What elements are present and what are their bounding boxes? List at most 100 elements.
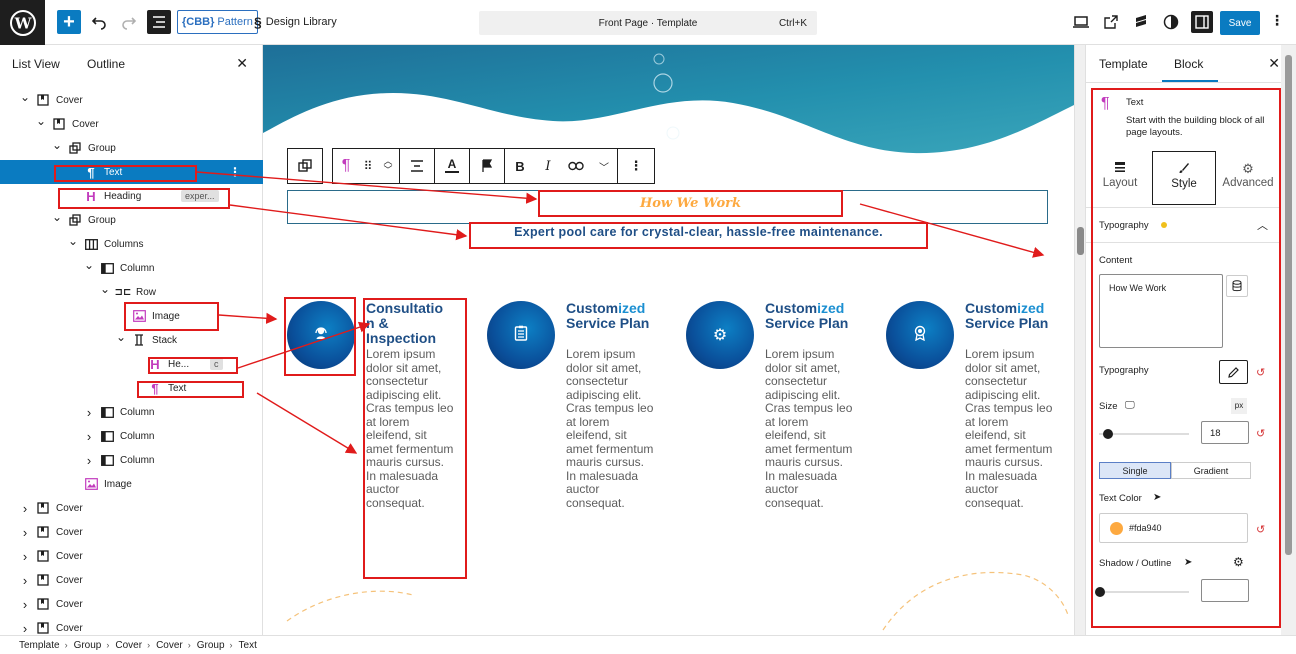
list-view-row[interactable]: ⌄ Column bbox=[0, 256, 263, 280]
breadcrumb-item[interactable]: Cover bbox=[156, 640, 183, 651]
chevron-right-icon[interactable]: › bbox=[20, 573, 30, 588]
canvas-scrollbar-thumb[interactable] bbox=[1077, 227, 1084, 255]
list-view-row[interactable]: ⌄ Group bbox=[0, 136, 263, 160]
chevron-right-icon[interactable]: › bbox=[20, 621, 30, 636]
block-toolbar-transform-group bbox=[287, 148, 323, 184]
service-description[interactable]: Lorem ipsum dolor sit amet, consectetur … bbox=[965, 347, 1055, 510]
service-title[interactable]: Customized Service Plan bbox=[765, 301, 853, 331]
close-inspector-icon[interactable]: ✕ bbox=[1268, 55, 1280, 72]
annotation-box-heading-row bbox=[58, 188, 230, 209]
group-block-icon bbox=[68, 141, 82, 155]
chevron-down-icon[interactable]: ⌄ bbox=[20, 90, 30, 104]
service-description[interactable]: Lorem ipsum dolor sit amet, consectetur … bbox=[765, 347, 855, 510]
design-library-button[interactable]: § Design Library bbox=[254, 10, 337, 34]
col-block-icon bbox=[100, 261, 114, 275]
row-block-icon: ⊐⊏ bbox=[114, 286, 132, 298]
desktop-preview-icon[interactable] bbox=[1071, 12, 1091, 32]
col-block-icon bbox=[100, 429, 114, 443]
chevron-down-icon[interactable]: ⌄ bbox=[68, 234, 78, 248]
chevron-right-icon[interactable]: › bbox=[84, 429, 94, 444]
list-view-row-label: Group bbox=[88, 214, 116, 226]
list-view-row[interactable]: ⌄ Cover bbox=[0, 88, 263, 112]
service-icon-circle[interactable] bbox=[886, 301, 954, 369]
view-page-icon[interactable] bbox=[1101, 12, 1121, 32]
list-view-row-label: Column bbox=[120, 406, 155, 418]
service-icon-circle[interactable] bbox=[487, 301, 555, 369]
inspector-scrollbar-thumb[interactable] bbox=[1285, 55, 1292, 555]
link-icon[interactable] bbox=[561, 149, 591, 183]
list-view-row-label: Cover bbox=[56, 622, 83, 634]
annotation-box-text-small-row bbox=[137, 381, 244, 398]
service-icon-circle[interactable]: ⚙ bbox=[686, 301, 754, 369]
chevron-down-icon[interactable]: ⌄ bbox=[100, 282, 110, 296]
stackable-icon[interactable] bbox=[1131, 12, 1151, 32]
breadcrumb-item[interactable]: Cover bbox=[115, 640, 142, 651]
service-title[interactable]: Customized Service Plan bbox=[566, 301, 654, 331]
service-title-part: Service Plan bbox=[765, 315, 849, 331]
chevron-down-icon[interactable]: ⌄ bbox=[52, 138, 62, 152]
list-view-row[interactable]: › Column bbox=[0, 448, 263, 472]
list-view-row[interactable]: › Cover bbox=[0, 568, 263, 592]
command-palette-bar[interactable]: Front Page · Template Ctrl+K bbox=[479, 11, 817, 35]
list-view-row[interactable]: Image bbox=[0, 472, 263, 496]
list-view-row[interactable]: ⌄ Cover bbox=[0, 112, 263, 136]
cover-block-icon bbox=[36, 525, 50, 539]
paragraph-block-icon[interactable]: ¶ bbox=[333, 149, 359, 183]
block-toolbar-options-group: ⋮ bbox=[617, 148, 655, 184]
list-view-row[interactable]: › Cover bbox=[0, 592, 263, 616]
chevron-right-icon[interactable]: › bbox=[84, 453, 94, 468]
chevron-right-icon[interactable]: › bbox=[20, 597, 30, 612]
breadcrumb-item[interactable]: Group bbox=[197, 640, 225, 651]
transform-block-icon[interactable] bbox=[288, 149, 322, 183]
text-color-icon[interactable]: A bbox=[435, 149, 469, 183]
more-format-chevron-down-icon[interactable]: ﹀ bbox=[591, 149, 617, 183]
bold-icon[interactable]: B bbox=[505, 149, 535, 183]
list-view-row[interactable]: ⌄ Stack bbox=[0, 328, 263, 352]
list-view-row[interactable]: › Cover bbox=[0, 544, 263, 568]
list-view-row[interactable]: › Cover bbox=[0, 616, 263, 636]
italic-icon[interactable]: I bbox=[535, 149, 561, 183]
breadcrumb-item[interactable]: Text bbox=[239, 640, 257, 651]
align-text-icon[interactable] bbox=[400, 149, 434, 183]
move-up-down-icon[interactable]: ︿ ﹀ bbox=[377, 149, 399, 183]
list-view-row-label: Cover bbox=[56, 526, 83, 538]
service-title-part: Custom bbox=[965, 300, 1018, 316]
save-button[interactable]: Save bbox=[1220, 11, 1260, 35]
chevron-right-icon[interactable]: › bbox=[20, 525, 30, 540]
service-title-part: ized bbox=[1017, 300, 1045, 316]
list-view-row[interactable]: ⌄ Group bbox=[0, 208, 263, 232]
cover-block-icon bbox=[36, 621, 50, 635]
list-view-row[interactable]: ⌄ Columns bbox=[0, 232, 263, 256]
row-options-more-icon[interactable]: ⋮ bbox=[229, 165, 241, 179]
inspector-scrollbar[interactable] bbox=[1281, 45, 1296, 635]
tab-template[interactable]: Template bbox=[1099, 57, 1148, 71]
block-options-more-icon[interactable]: ⋮ bbox=[618, 149, 654, 183]
list-view-row[interactable]: › Column bbox=[0, 424, 263, 448]
list-view-row-label: Column bbox=[120, 454, 155, 466]
canvas-scrollbar[interactable] bbox=[1074, 45, 1085, 635]
list-view-row[interactable]: › Column bbox=[0, 400, 263, 424]
chevron-right-icon[interactable]: › bbox=[20, 549, 30, 564]
styles-icon[interactable] bbox=[1161, 12, 1181, 32]
service-description[interactable]: Lorem ipsum dolor sit amet, consectetur … bbox=[566, 347, 656, 510]
breadcrumb-item[interactable]: Template bbox=[19, 640, 60, 651]
chevron-down-icon[interactable]: ⌄ bbox=[36, 114, 46, 128]
drag-handle-icon[interactable]: ⠿ bbox=[359, 149, 377, 183]
list-view-row-label: Cover bbox=[56, 550, 83, 562]
list-view-row[interactable]: › Cover bbox=[0, 520, 263, 544]
chevron-right-icon[interactable]: › bbox=[84, 405, 94, 420]
chevron-down-icon[interactable]: ⌄ bbox=[116, 330, 126, 344]
breadcrumb-item[interactable]: Group bbox=[74, 640, 102, 651]
list-view-row[interactable]: ⌄ ⊐⊏ Row bbox=[0, 280, 263, 304]
chevron-down-icon[interactable]: ⌄ bbox=[52, 210, 62, 224]
settings-sidebar-icon[interactable] bbox=[1191, 11, 1213, 33]
service-title-part: Service Plan bbox=[566, 315, 650, 331]
chevron-right-icon[interactable]: › bbox=[20, 501, 30, 516]
list-view-row[interactable]: › Cover bbox=[0, 496, 263, 520]
service-title[interactable]: Customized Service Plan bbox=[965, 301, 1053, 331]
tab-block[interactable]: Block bbox=[1174, 57, 1203, 71]
flag-icon[interactable] bbox=[470, 149, 504, 183]
chevron-right-icon: › bbox=[147, 640, 151, 650]
options-more-icon[interactable]: ⋮ bbox=[1270, 12, 1284, 29]
chevron-down-icon[interactable]: ⌄ bbox=[84, 258, 94, 272]
